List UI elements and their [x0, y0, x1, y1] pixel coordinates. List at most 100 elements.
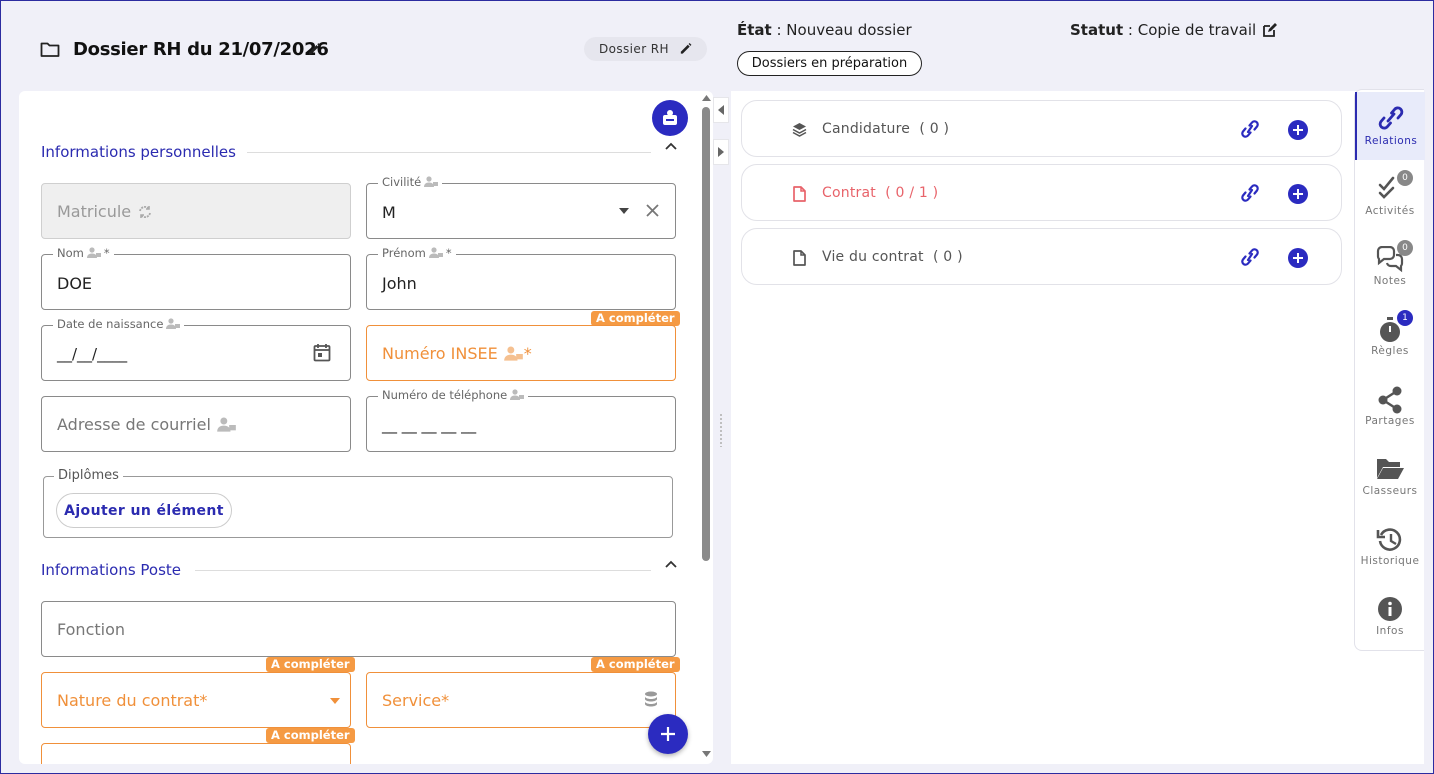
status-chip[interactable]: Dossiers en préparation [737, 51, 922, 76]
required-mark: * [523, 344, 532, 363]
sidebar-item-relations[interactable]: Relations [1355, 92, 1425, 160]
civilite-select[interactable]: Civilité M [366, 175, 676, 239]
chevron-up-icon[interactable] [664, 141, 678, 151]
statut-text: Statut : Copie de travail [1070, 21, 1278, 39]
badge-count: 1 [1397, 310, 1413, 326]
dropdown-arrow-icon[interactable] [330, 698, 340, 704]
sidebar-item-classeurs[interactable]: Classeurs [1355, 442, 1425, 510]
sidebar-item-partages[interactable]: Partages [1355, 372, 1425, 440]
clear-icon[interactable] [646, 204, 659, 217]
warning-badge: A compléter [266, 657, 355, 672]
section-title-personal: Informations personnelles [41, 143, 236, 161]
splitter-grip[interactable] [719, 413, 723, 447]
caret-left-icon [718, 105, 724, 115]
etat-value: : Nouveau dossier [771, 21, 912, 39]
form-panel: Informations personnelles Matricule Civi… [19, 91, 713, 764]
relation-label: Contrat ( 0 / 1 ) [822, 185, 939, 201]
fonction-field[interactable]: Fonction [41, 601, 676, 657]
etat-label: État [737, 21, 772, 39]
add-element-button[interactable]: Ajouter un élément [56, 493, 232, 528]
nature-contrat-select[interactable]: Nature du contrat* [41, 672, 351, 728]
layers-icon [792, 122, 807, 137]
dossier-type-chip[interactable]: Dossier RH [584, 37, 707, 61]
warning-badge: A compléter [591, 657, 680, 672]
add-fab-button[interactable] [648, 714, 688, 754]
database-icon[interactable] [644, 691, 658, 708]
diplomes-fieldset: Diplômes Ajouter un élément [43, 468, 673, 538]
sidebar-item-activites[interactable]: 0 Activités [1355, 162, 1425, 230]
fonction-placeholder: Fonction [57, 620, 126, 639]
share-icon [1377, 386, 1403, 414]
user-lock-icon [510, 389, 525, 401]
caret-right-icon [718, 147, 724, 157]
telephone-value: __ __ __ __ __ [382, 416, 477, 434]
user-lock-icon [166, 318, 181, 330]
add-relation-icon[interactable] [1288, 184, 1308, 204]
insee-placeholder: Numéro INSEE [382, 344, 498, 363]
nature-contrat-placeholder: Nature du contrat* [57, 691, 208, 710]
dossier-type-label: Dossier RH [599, 42, 669, 56]
edit-title-pencil-icon[interactable] [307, 42, 321, 56]
edit-type-pencil-icon [679, 42, 692, 55]
warning-badge: A compléter [591, 311, 680, 326]
telephone-field[interactable]: Numéro de téléphone __ __ __ __ __ [366, 388, 676, 452]
id-badge-icon [663, 110, 677, 125]
civilite-value: M [382, 203, 396, 222]
insee-field[interactable]: Numéro INSEE * [366, 325, 676, 381]
relations-link-icon [1376, 106, 1406, 130]
email-field[interactable]: Adresse de courriel [41, 396, 351, 452]
side-toolbar: Relations 0 Activités 0 Notes 1 Règles P… [1354, 89, 1425, 651]
next-required-field[interactable] [41, 743, 351, 764]
section-divider [195, 570, 651, 571]
prenom-value: John [382, 274, 417, 293]
prenom-field[interactable]: Prénom * John [366, 246, 676, 310]
date-naissance-label: Date de naissance [57, 317, 164, 331]
user-lock-icon [424, 176, 439, 188]
etat-text: État : Nouveau dossier [737, 21, 912, 39]
email-placeholder: Adresse de courriel [57, 415, 211, 434]
relation-row-candidature[interactable]: Candidature ( 0 ) [741, 100, 1342, 157]
statut-label: Statut [1070, 21, 1124, 39]
panel-splitter[interactable] [713, 91, 731, 764]
chevron-up-icon[interactable] [664, 559, 678, 569]
service-field[interactable]: Service* [366, 672, 676, 728]
scroll-down-arrow-icon[interactable] [702, 751, 711, 757]
nom-field[interactable]: Nom * DOE [41, 246, 351, 310]
link-icon[interactable] [1239, 119, 1261, 139]
document-icon [793, 186, 806, 202]
section-title-poste: Informations Poste [41, 561, 182, 579]
scroll-up-arrow-icon[interactable] [702, 95, 711, 101]
edit-status-icon[interactable] [1262, 22, 1278, 38]
user-lock-icon [217, 417, 236, 433]
calendar-icon[interactable] [313, 343, 331, 362]
collapse-right-button[interactable] [713, 139, 729, 165]
form-scrollbar[interactable] [700, 91, 713, 764]
civilite-label: Civilité [382, 175, 422, 189]
warning-badge: A compléter [266, 728, 355, 743]
dropdown-arrow-icon[interactable] [619, 208, 629, 214]
relation-row-contrat[interactable]: Contrat ( 0 / 1 ) [741, 164, 1342, 221]
link-icon[interactable] [1239, 247, 1261, 267]
add-relation-icon[interactable] [1288, 120, 1308, 140]
link-icon[interactable] [1239, 183, 1261, 203]
relation-row-vie-du-contrat[interactable]: Vie du contrat ( 0 ) [741, 228, 1342, 285]
contact-card-button[interactable] [652, 100, 688, 136]
service-placeholder: Service* [382, 691, 450, 710]
sidebar-item-infos[interactable]: Infos [1355, 582, 1425, 650]
sidebar-item-historique[interactable]: Historique [1355, 512, 1425, 580]
user-lock-icon [503, 346, 523, 362]
required-mark: * [103, 246, 110, 260]
prenom-label: Prénom [382, 246, 426, 260]
plus-icon [661, 727, 675, 741]
nom-label: Nom [57, 246, 84, 260]
scrollbar-thumb[interactable] [702, 107, 710, 561]
add-relation-icon[interactable] [1288, 248, 1308, 268]
sidebar-item-regles[interactable]: 1 Règles [1355, 302, 1425, 370]
collapse-left-button[interactable] [713, 97, 729, 123]
required-mark: * [445, 246, 452, 260]
telephone-label: Numéro de téléphone [382, 388, 508, 402]
date-naissance-field[interactable]: Date de naissance __/__/____ [41, 317, 351, 381]
auto-refresh-icon [137, 204, 153, 220]
nom-value: DOE [57, 274, 93, 293]
sidebar-item-notes[interactable]: 0 Notes [1355, 232, 1425, 300]
